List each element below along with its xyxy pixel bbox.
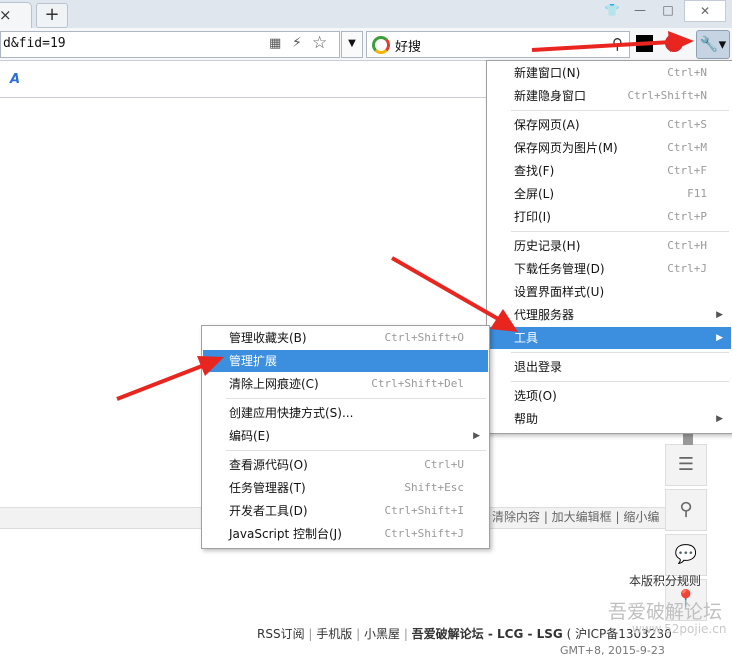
arrow-to-tools [391, 256, 518, 332]
arrow-to-wrench [531, 31, 694, 52]
arrow-to-manage-extensions [116, 356, 224, 401]
annotation-arrows [116, 31, 694, 401]
